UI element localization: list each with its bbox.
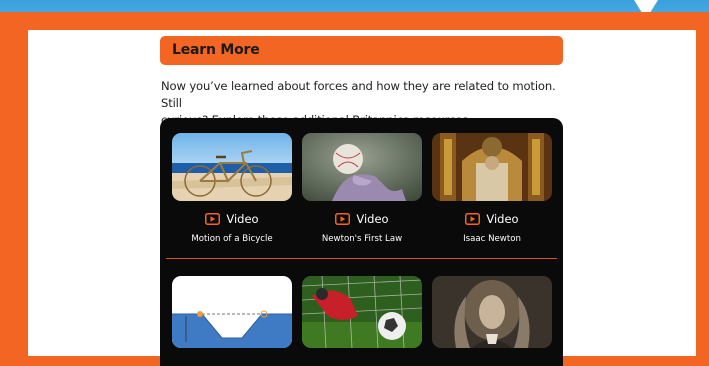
play-icon	[465, 213, 481, 225]
video-type: Video	[356, 212, 389, 226]
video-type: Video	[486, 212, 519, 226]
section-title: Learn More	[172, 42, 260, 58]
isaac-newton-portrait-thumbnail[interactable]	[432, 276, 552, 348]
pendulum-diagram-thumbnail[interactable]	[172, 276, 292, 348]
video-title-link-1[interactable]: Motion of a Bicycle	[162, 234, 302, 244]
play-icon	[205, 213, 221, 225]
isaac-newton-video-thumbnail[interactable]	[432, 133, 552, 201]
video-title-link-3[interactable]: Isaac Newton	[422, 234, 562, 244]
video-label-1: Video	[172, 212, 292, 226]
video-label-3: Video	[432, 212, 552, 226]
video-type: Video	[226, 212, 259, 226]
video-label-2: Video	[302, 212, 422, 226]
row-divider	[166, 258, 557, 259]
learn-more-header: Learn More	[160, 36, 563, 65]
bicycle-video-thumbnail[interactable]	[172, 133, 292, 201]
newtons-first-law-video-thumbnail[interactable]	[302, 133, 422, 201]
soccer-goalkeeper-thumbnail[interactable]	[302, 276, 422, 348]
intro-line-1: Now you’ve learned about forces and how …	[161, 79, 556, 110]
play-icon	[335, 213, 351, 225]
video-title-link-2[interactable]: Newton's First Law	[292, 234, 432, 244]
